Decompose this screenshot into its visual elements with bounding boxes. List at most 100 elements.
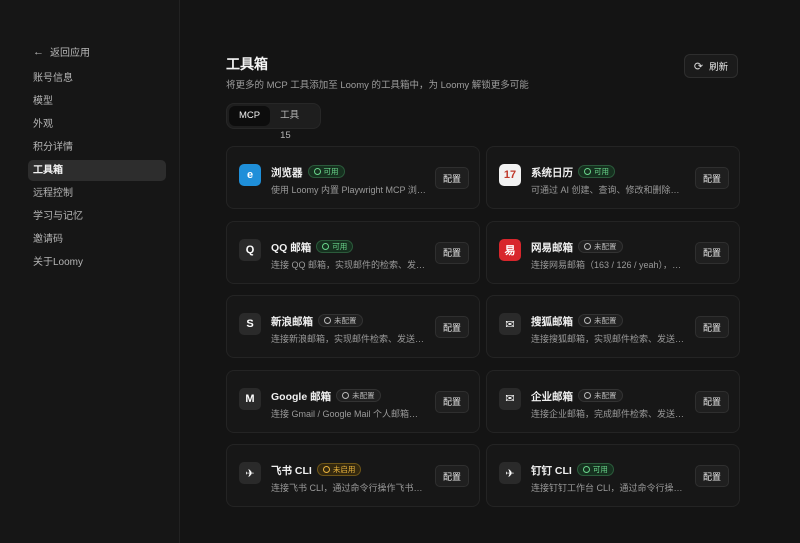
- status-badge: 未配置: [336, 388, 381, 402]
- tool-card: ✈ 飞书 CLI 未启用连接飞书 CLI，通过命令行操作飞书文档与消息配置: [226, 444, 480, 507]
- status-badge: 未配置: [578, 388, 623, 402]
- sidebar-item-0[interactable]: 账号信息: [28, 68, 166, 89]
- status-text: 可用: [323, 167, 339, 176]
- settings-nav: 账号信息 模型 外观 积分详情 工具箱 远程控制 学习与记忆 邀请码 关于Loomy: [28, 68, 166, 275]
- tool-card: 易网易邮箱 未配置连接网易邮箱（163 / 126 / yeah），实现邮件管理配…: [486, 220, 740, 284]
- sidebar-item-8[interactable]: 关于Loomy: [28, 252, 166, 273]
- configure-button[interactable]: 配置: [435, 316, 469, 338]
- sidebar-item-7[interactable]: 邀请码: [28, 229, 166, 250]
- status-badge: 可用: [576, 463, 614, 476]
- tool-name-row: 企业邮箱 未配置: [531, 388, 623, 404]
- enterprise-mail-icon: ✉: [499, 387, 521, 410]
- tool-description: 使用 Loomy 内置 Playwright MCP 浏览器，自动化操作网页: [271, 185, 427, 195]
- tool-name-row: 飞书 CLI 未启用: [271, 463, 362, 478]
- tool-name-row: 新浪邮箱 未配置: [271, 314, 363, 329]
- configure-button[interactable]: 配置: [695, 465, 729, 487]
- sohu-mail-icon: ✉: [499, 313, 521, 335]
- tool-name: 系统日历: [531, 167, 573, 179]
- configure-button[interactable]: 配置: [435, 167, 469, 189]
- tab-tools[interactable]: 工具 15: [270, 106, 318, 141]
- tool-description: 连接 QQ 邮箱，实现邮件的检索、发送与管理: [271, 259, 427, 270]
- tool-name-row: 浏览器 可用: [271, 165, 345, 180]
- sidebar-item-2[interactable]: 外观: [28, 114, 166, 135]
- tool-card: ✉ 搜狐邮箱 未配置连接搜狐邮箱，实现邮件检索、发送与管理 配置: [486, 295, 740, 358]
- qq-mail-icon: Q: [239, 238, 261, 261]
- back-to-app-button[interactable]: ← 返回应用: [33, 44, 90, 60]
- tool-description: 连接搜狐邮箱，实现邮件检索、发送与管理: [531, 334, 687, 344]
- configure-button[interactable]: 配置: [435, 241, 469, 264]
- status-text: 未配置: [594, 241, 617, 251]
- tool-name-row: 网易邮箱 未配置: [531, 239, 623, 255]
- configure-button[interactable]: 配置: [695, 316, 729, 338]
- status-text: 可用: [332, 241, 348, 251]
- tool-name: 钉钉 CLI: [531, 465, 572, 477]
- tool-name-row: QQ 邮箱 可用: [271, 239, 354, 255]
- status-text: 未配置: [594, 316, 617, 325]
- sidebar-item-3[interactable]: 积分详情: [28, 137, 166, 158]
- circle-icon: [322, 466, 330, 473]
- tool-card: S 新浪邮箱 未配置 连接新浪邮箱，实现邮件检索、发送与管理 配置: [226, 295, 480, 358]
- circle-icon: [584, 317, 591, 324]
- feishu-icon: ✈: [239, 462, 261, 484]
- status-text: 未配置: [352, 390, 375, 400]
- sidebar-item-6[interactable]: 学习与记忆: [28, 206, 166, 227]
- tool-name-row: 钉钉 CLI 可用: [531, 463, 614, 478]
- status-text: 可用: [592, 465, 608, 474]
- tool-name: 浏览器: [271, 167, 303, 179]
- tool-name-row: 搜狐邮箱 未配置: [531, 314, 623, 329]
- configure-button[interactable]: 配置: [435, 465, 469, 487]
- status-text: 未配置: [594, 390, 617, 400]
- netease-mail-icon: 易: [499, 238, 521, 261]
- tool-card: 17 系统日历 可用可通过 AI 创建、查询、修改和删除日历事件配置: [486, 146, 740, 209]
- status-badge: 未配置: [318, 314, 363, 327]
- tool-card: ✈ 钉钉 CLI 可用 连接钉钉工作台 CLI，通过命令行操作钉钉 配置: [486, 444, 740, 507]
- sidebar: ← 返回应用 账号信息 模型 外观 积分详情 工具箱 远程控制 学习与记忆 邀请码 关于Loom…: [0, 0, 180, 543]
- tool-name: 搜狐邮箱: [531, 316, 573, 328]
- tool-name: Google 邮箱: [271, 390, 332, 403]
- circle-icon: [324, 317, 331, 324]
- status-badge: 未启用: [316, 463, 362, 476]
- status-badge: 未配置: [578, 314, 623, 327]
- check-circle-icon: [322, 242, 330, 250]
- configure-button[interactable]: 配置: [695, 241, 729, 264]
- tool-name: 飞书 CLI: [271, 465, 312, 477]
- refresh-label: 刷新: [709, 62, 729, 73]
- back-label: 返回应用: [50, 48, 90, 59]
- sidebar-item-1[interactable]: 模型: [28, 91, 166, 112]
- circle-icon: [584, 391, 591, 399]
- dingtalk-icon: ✈: [499, 462, 521, 484]
- page-title: 工具箱: [226, 56, 268, 72]
- status-badge: 可用: [307, 165, 345, 178]
- sidebar-item-5[interactable]: 远程控制: [28, 183, 166, 204]
- tool-card: ✉ 企业邮箱 未配置 连接企业邮箱，完成邮件检索、发送与管理 配置: [486, 369, 740, 433]
- refresh-button[interactable]: ⟳ 刷新: [684, 54, 738, 78]
- calendar-icon: 17: [499, 164, 521, 186]
- configure-button[interactable]: 配置: [695, 167, 729, 189]
- status-text: 可用: [594, 167, 609, 176]
- sidebar-item-4[interactable]: 工具箱: [28, 160, 166, 181]
- tool-description: 连接新浪邮箱，实现邮件检索、发送与管理: [271, 334, 427, 344]
- tool-name-row: 系统日历 可用: [531, 165, 615, 180]
- status-badge: 可用: [578, 165, 615, 178]
- check-circle-icon: [584, 168, 591, 175]
- tool-description: 连接网易邮箱（163 / 126 / yeah），实现邮件管理: [531, 259, 687, 270]
- edge-browser-icon: e: [239, 164, 261, 186]
- configure-button[interactable]: 配置: [435, 390, 469, 413]
- gmail-icon: M: [239, 387, 261, 410]
- status-badge: 可用: [316, 239, 354, 253]
- tool-name: QQ 邮箱: [271, 241, 312, 254]
- tool-card: e 浏览器 可用使用 Loomy 内置 Playwright MCP 浏览器，自动化…: [226, 146, 480, 209]
- tool-name: 企业邮箱: [531, 390, 573, 403]
- circle-icon: [584, 242, 591, 250]
- page-subtitle: 将更多的 MCP 工具添加至 Loomy 的工具箱中，为 Loomy 解锁更多可…: [226, 80, 529, 91]
- tool-card: Q QQ 邮箱 可用连接 QQ 邮箱，实现邮件的检索、发送与管理配置: [226, 220, 480, 284]
- tool-name-row: Google 邮箱 未配置: [271, 388, 381, 404]
- status-text: 未启用: [332, 465, 356, 474]
- check-circle-icon: [313, 168, 321, 175]
- tool-name: 网易邮箱: [531, 241, 573, 254]
- tool-name: 新浪邮箱: [271, 316, 313, 328]
- configure-button[interactable]: 配置: [695, 390, 729, 413]
- tab-mcp[interactable]: MCP: [229, 106, 271, 126]
- circle-icon: [342, 391, 350, 399]
- tool-card: M Google 邮箱 未配置 连接 Gmail / Google Mail 个人邮箱…: [226, 369, 480, 433]
